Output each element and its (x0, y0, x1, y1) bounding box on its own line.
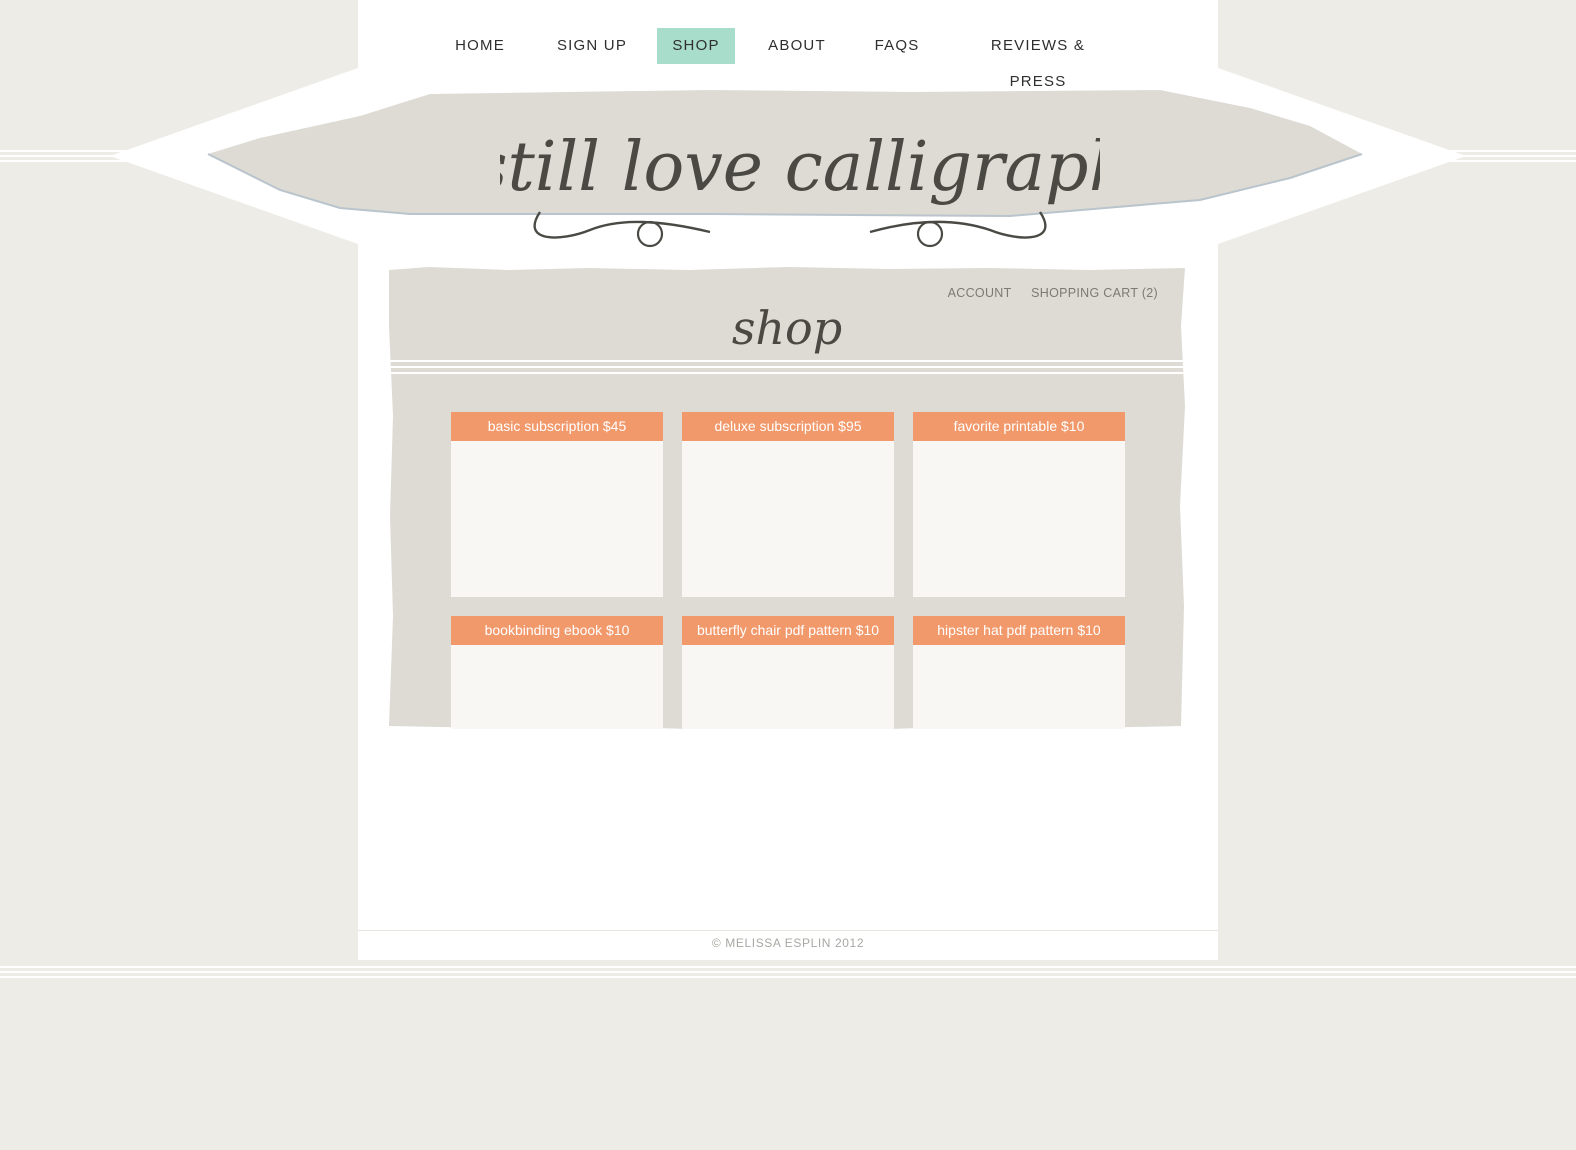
decor-stripe (0, 976, 1576, 978)
svg-text:i still love calligraphy: i still love calligraphy (500, 128, 1100, 207)
decor-stripe (0, 966, 1576, 968)
footer-copyright: © MELISSA ESPLIN 2012 (711, 936, 865, 950)
product-card[interactable]: basic subscription $45 (451, 412, 663, 597)
product-label[interactable]: butterfly chair pdf pattern $10 (682, 616, 894, 645)
product-label[interactable]: hipster hat pdf pattern $10 (913, 616, 1125, 645)
main-nav: HOME SIGN UP SHOP ABOUT FAQS REVIEWS & P… (358, 28, 1218, 90)
site-logo[interactable]: i still love calligraphy (500, 92, 1100, 262)
decor-stripe (0, 971, 1576, 973)
shop-title: shop (732, 301, 842, 355)
product-label[interactable]: favorite printable $10 (913, 412, 1125, 441)
nav-home[interactable]: HOME (451, 28, 509, 64)
nav-reviews-press[interactable]: REVIEWS & PRESS (963, 28, 1113, 90)
shopping-cart-link[interactable]: SHOPPING CART (2) (1031, 286, 1158, 300)
product-card[interactable]: favorite printable $10 (913, 412, 1125, 597)
product-card[interactable]: butterfly chair pdf pattern $10 (682, 616, 894, 729)
nav-shop[interactable]: SHOP (657, 28, 735, 64)
product-label[interactable]: basic subscription $45 (451, 412, 663, 441)
footer-divider (358, 930, 1218, 931)
account-link[interactable]: ACCOUNT (948, 286, 1012, 300)
product-card[interactable]: deluxe subscription $95 (682, 412, 894, 597)
nav-sign-up[interactable]: SIGN UP (552, 28, 632, 64)
nav-about[interactable]: ABOUT (763, 28, 831, 64)
product-label[interactable]: bookbinding ebook $10 (451, 616, 663, 645)
nav-faqs[interactable]: FAQS (867, 28, 927, 64)
product-card[interactable]: hipster hat pdf pattern $10 (913, 616, 1125, 729)
product-card[interactable]: bookbinding ebook $10 (451, 616, 663, 729)
product-label[interactable]: deluxe subscription $95 (682, 412, 894, 441)
account-links: ACCOUNT SHOPPING CART (2) (900, 286, 1158, 300)
